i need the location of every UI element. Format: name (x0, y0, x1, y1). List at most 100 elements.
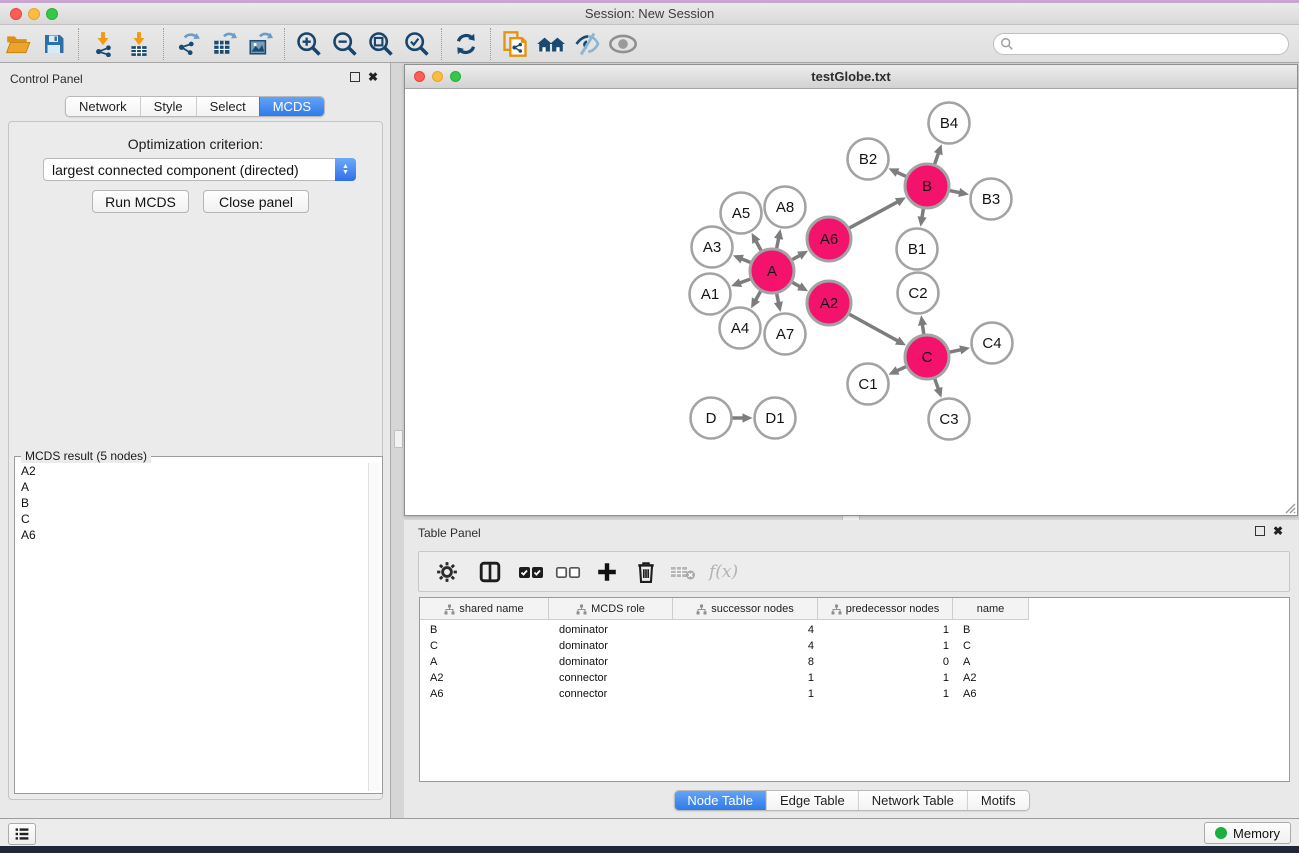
table-cell[interactable]: 1 (818, 686, 953, 702)
edge-arrowhead-icon (743, 413, 753, 422)
task-list-button[interactable] (8, 823, 36, 845)
table-cell[interactable]: A (953, 654, 1029, 670)
table-cell[interactable]: A (420, 654, 549, 670)
close-panel-icon[interactable]: ✖ (1273, 526, 1283, 536)
import-network-icon[interactable] (88, 29, 118, 59)
result-scrollbar[interactable] (368, 463, 380, 791)
graph-node-label: C4 (982, 335, 1001, 352)
column-type-icon (576, 604, 587, 615)
mcds-result-box: MCDS result (5 nodes) A2ABCA6 (14, 456, 383, 794)
table-cell[interactable]: 4 (673, 622, 818, 638)
toolbar-separator (163, 28, 164, 60)
mcds-result-item[interactable]: A (17, 479, 367, 495)
status-bar: Memory (0, 818, 1299, 846)
network-graph-canvas[interactable]: B4B2BB3A5A8A6B1A3AC2A1A2A4A7CC4C1C3DD1 (405, 89, 1297, 515)
table-cell[interactable]: C (420, 638, 549, 654)
mcds-result-item[interactable]: A2 (17, 463, 367, 479)
table-cell[interactable]: 1 (673, 670, 818, 686)
tab-edge-table[interactable]: Edge Table (766, 791, 858, 810)
tab-network-table[interactable]: Network Table (858, 791, 967, 810)
tab-node-table[interactable]: Node Table (674, 791, 766, 810)
zoom-in-icon[interactable] (294, 29, 324, 59)
float-panel-icon[interactable] (1255, 526, 1265, 536)
table-cell[interactable]: A2 (953, 670, 1029, 686)
dropdown-stepper-icon[interactable]: ▲▼ (335, 158, 356, 181)
optimization-criterion-dropdown[interactable]: largest connected component (directed) ▲… (43, 158, 356, 181)
mcds-result-item[interactable]: A6 (17, 527, 367, 543)
table-cell[interactable]: connector (549, 686, 673, 702)
import-table-icon[interactable] (124, 29, 154, 59)
zoom-fit-icon[interactable] (366, 29, 396, 59)
table-cell[interactable]: 1 (673, 686, 818, 702)
node-table[interactable]: shared nameMCDS rolesuccessor nodesprede… (419, 597, 1290, 782)
graph-node-label: A5 (732, 205, 750, 222)
table-cell[interactable]: A6 (953, 686, 1029, 702)
table-cell[interactable]: B (953, 622, 1029, 638)
close-panel-icon[interactable]: ✖ (368, 72, 378, 82)
network-zoom-button[interactable] (450, 71, 461, 82)
home-icon[interactable] (536, 29, 566, 59)
table-cell[interactable]: dominator (549, 622, 673, 638)
float-panel-icon[interactable] (350, 72, 360, 82)
settings-gear-icon[interactable] (434, 559, 460, 585)
deselect-all-icon[interactable] (555, 559, 581, 585)
zoom-selected-icon[interactable] (402, 29, 432, 59)
tab-network[interactable]: Network (66, 97, 140, 116)
table-cell[interactable]: B (420, 622, 549, 638)
resize-grip-icon[interactable] (1282, 500, 1296, 514)
refresh-icon[interactable] (451, 29, 481, 59)
column-header-MCDS-role[interactable]: MCDS role (549, 598, 673, 620)
tab-mcds[interactable]: MCDS (259, 97, 324, 116)
mcds-result-list[interactable]: A2ABCA6 (17, 463, 367, 791)
memory-button[interactable]: Memory (1204, 822, 1291, 844)
close-window-button[interactable] (10, 8, 22, 20)
graph-node-label: B1 (908, 241, 926, 258)
table-cell[interactable]: A6 (420, 686, 549, 702)
delete-column-icon[interactable] (633, 559, 659, 585)
network-minimize-button[interactable] (432, 71, 443, 82)
table-cell[interactable]: 1 (818, 622, 953, 638)
table-cell[interactable]: A2 (420, 670, 549, 686)
close-panel-button[interactable]: Close panel (203, 190, 309, 213)
column-header-predecessor-nodes[interactable]: predecessor nodes (818, 598, 953, 620)
graph-edge-A6-B[interactable] (849, 201, 899, 228)
network-window-titlebar[interactable]: testGlobe.txt (405, 65, 1297, 89)
export-network-icon[interactable] (173, 29, 203, 59)
run-mcds-button[interactable]: Run MCDS (92, 190, 189, 213)
tab-motifs[interactable]: Motifs (967, 791, 1029, 810)
add-column-icon[interactable] (594, 559, 620, 585)
tab-style[interactable]: Style (140, 97, 196, 116)
search-box[interactable] (993, 33, 1289, 55)
select-all-icon[interactable] (518, 559, 544, 585)
table-cell[interactable]: connector (549, 670, 673, 686)
mcds-result-item[interactable]: B (17, 495, 367, 511)
table-cell[interactable]: C (953, 638, 1029, 654)
column-header-name[interactable]: name (953, 598, 1029, 620)
mcds-result-item[interactable]: C (17, 511, 367, 527)
zoom-window-button[interactable] (46, 8, 58, 20)
tab-select[interactable]: Select (196, 97, 259, 116)
minimize-window-button[interactable] (28, 8, 40, 20)
table-cell[interactable]: 1 (818, 638, 953, 654)
zoom-out-icon[interactable] (330, 29, 360, 59)
open-session-icon[interactable] (3, 29, 33, 59)
table-cell[interactable]: 0 (818, 654, 953, 670)
save-session-icon[interactable] (39, 29, 69, 59)
copy-network-view-icon[interactable] (500, 29, 530, 59)
table-cell[interactable]: dominator (549, 638, 673, 654)
table-cell[interactable]: 8 (673, 654, 818, 670)
table-cell[interactable]: 1 (818, 670, 953, 686)
search-input[interactable] (1014, 37, 1274, 51)
graph-edge-A2-C[interactable] (849, 314, 899, 341)
network-close-button[interactable] (414, 71, 425, 82)
vertical-split-gripper[interactable] (394, 430, 403, 448)
export-image-icon[interactable] (245, 29, 275, 59)
hide-graphics-details-icon[interactable] (572, 29, 602, 59)
column-header-shared-name[interactable]: shared name (420, 598, 549, 620)
column-header-successor-nodes[interactable]: successor nodes (673, 598, 818, 620)
export-table-icon[interactable] (209, 29, 239, 59)
dropdown-selected-value: largest connected component (directed) (52, 162, 299, 178)
show-column-icon[interactable] (477, 559, 503, 585)
table-cell[interactable]: dominator (549, 654, 673, 670)
table-cell[interactable]: 4 (673, 638, 818, 654)
